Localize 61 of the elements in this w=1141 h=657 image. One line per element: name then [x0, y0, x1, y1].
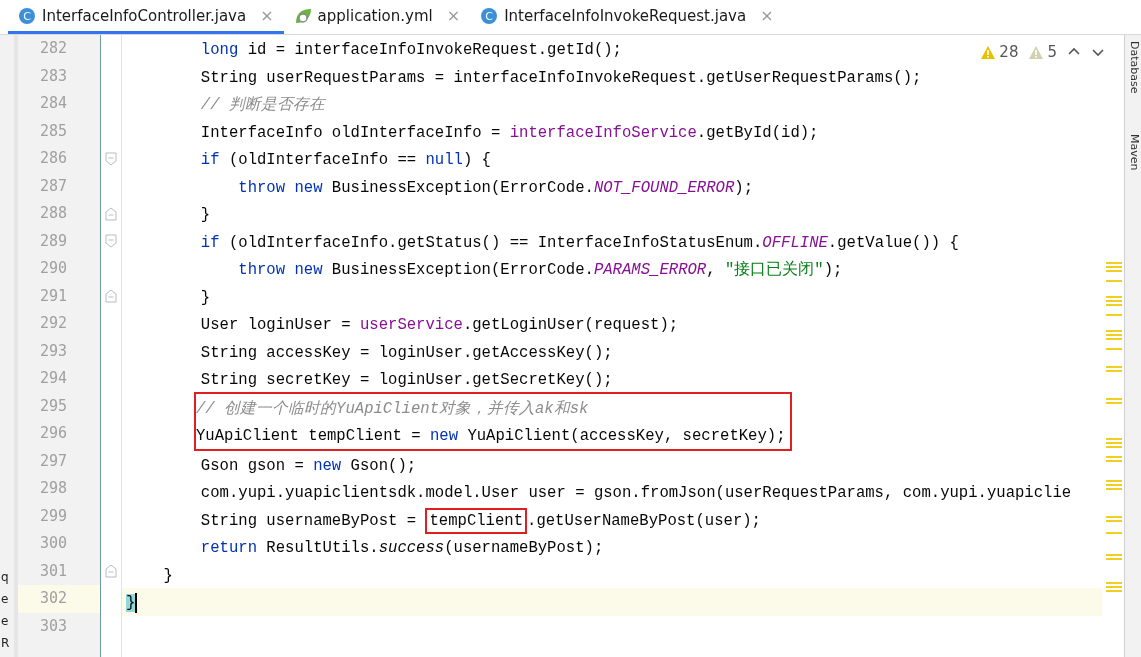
code-line: YuApiClient tempClient = new YuApiClient(accessKey, secretKey);	[196, 426, 786, 447]
code-line: if (oldInterfaceInfo.getStatus() == InterfaceInfoStatusEnum.OFFLINE.getValue()) {	[199, 232, 959, 254]
line-number: 292	[39, 313, 69, 334]
line-number: 303	[39, 615, 69, 637]
warning-count[interactable]: 28	[999, 43, 1019, 61]
line-number: 288	[39, 203, 69, 224]
code-line: if (oldInterfaceInfo == null) {	[199, 150, 491, 171]
file-tab[interactable]: application.yml ×	[283, 0, 471, 34]
line-number: 295	[39, 395, 69, 417]
code-line: // 判断是否存在	[199, 95, 325, 116]
code-line: }	[199, 287, 211, 309]
code-line: long id = interfaceInfoInvokeRequest.getId();	[199, 40, 622, 61]
line-number: 301	[39, 560, 69, 582]
line-number: 283	[39, 65, 69, 87]
panel-text-fragment: e	[0, 591, 10, 607]
line-number: 289	[39, 230, 69, 252]
line-number: 291	[39, 285, 69, 307]
warning-count[interactable]: 5	[1047, 43, 1057, 61]
code-line: String usernameByPost = tempClient .getUserNameByPost(user);	[126, 507, 761, 535]
leaf-gear-icon	[293, 6, 312, 25]
panel-text-fragment: e	[0, 613, 10, 629]
line-number: 294	[39, 368, 69, 389]
line-number: 297	[39, 450, 69, 472]
line-number: 296	[39, 423, 69, 444]
line-number: 298	[39, 478, 69, 499]
code-line: // 创建一个临时的YuApiClient对象，并传入ak和sk	[196, 398, 589, 420]
panel-text-fragment: R	[0, 635, 11, 651]
class-icon: C	[18, 6, 36, 25]
code-line: return ResultUtils.success(usernameByPost);	[199, 538, 604, 559]
code-line: User loginUser = userService.getLoginUser(request);	[199, 315, 679, 336]
line-number: 286	[39, 148, 69, 169]
fold-marker-icon[interactable]	[105, 564, 117, 579]
line-number: 282	[39, 38, 69, 59]
line-number: 293	[39, 340, 69, 362]
line-number: 284	[39, 93, 69, 114]
code-line: String accessKey = loginUser.getAccessKey();	[199, 342, 613, 364]
line-number: 300	[39, 533, 69, 554]
text-cursor	[135, 592, 138, 613]
code-line: throw new BusinessException(ErrorCode.PARAMS_ERROR, "接口已关闭");	[237, 259, 843, 281]
code-line: Gson gson = new Gson();	[199, 455, 417, 477]
code-line: InterfaceInfo oldInterfaceInfo = interfaceInfoService.getById(id);	[199, 122, 819, 144]
line-number: 299	[39, 505, 69, 527]
fold-marker-icon[interactable]	[105, 234, 117, 249]
code-line: String secretKey = loginUser.getSecretKey();	[199, 370, 613, 391]
file-tab[interactable]: C InterfaceInfoInvokeRequest.java ×	[470, 0, 784, 34]
line-number: 290	[39, 258, 69, 279]
class-icon: C	[480, 6, 499, 25]
fold-marker-icon[interactable]	[105, 206, 117, 221]
panel-text-fragment: q	[0, 569, 10, 585]
tool-window-tab[interactable]: Database	[1125, 41, 1141, 94]
line-number: 287	[39, 175, 69, 197]
code-line: }	[162, 565, 173, 587]
fold-marker-icon[interactable]	[105, 151, 117, 166]
code-line: }	[199, 205, 211, 226]
tool-window-tab[interactable]: Maven	[1125, 133, 1141, 170]
code-line: String userRequestParams = interfaceInfoInvokeRequest.getUserRequestParams();	[199, 67, 922, 89]
line-number: 285	[39, 120, 69, 142]
code-line: throw new BusinessException(ErrorCode.NOT_FOUND_ERROR);	[237, 177, 753, 199]
code-line: com.yupi.yuapiclientsdk.model.User user = gson.fromJson(userRequestParams, com.yupi.yuapiclie	[199, 483, 1072, 504]
line-number: 302	[18, 585, 100, 613]
fold-marker-icon[interactable]	[105, 289, 117, 304]
